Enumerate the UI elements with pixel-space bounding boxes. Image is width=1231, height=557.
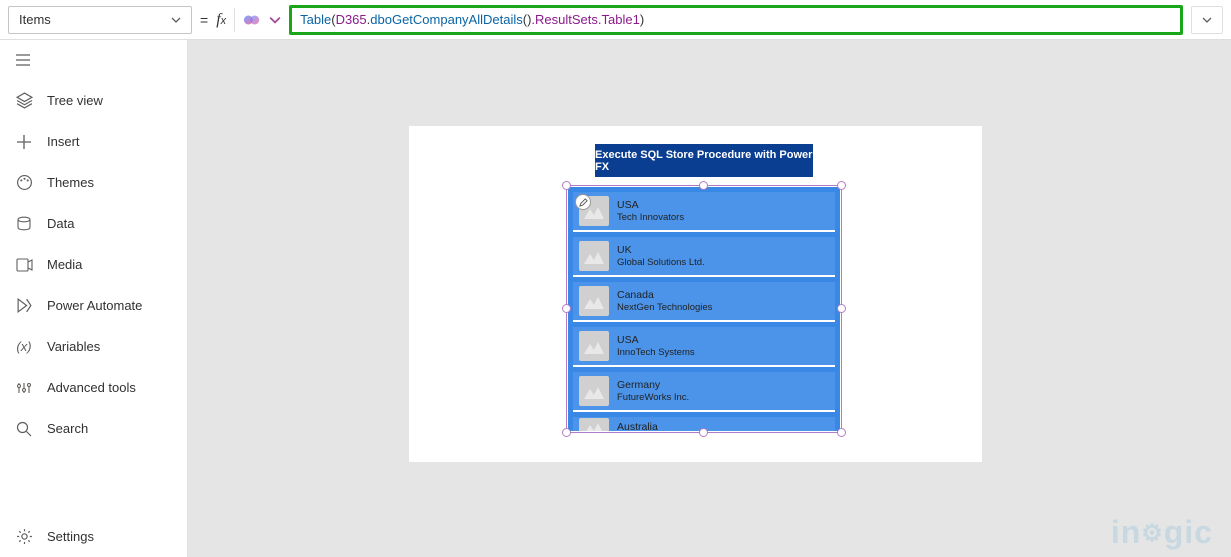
nav-label: Variables xyxy=(47,339,100,354)
copilot-icon[interactable] xyxy=(243,11,261,29)
gallery-control[interactable]: USATech Innovators UKGlobal Solutions Lt… xyxy=(568,187,840,431)
edit-badge-icon[interactable] xyxy=(575,194,591,210)
equals-sign: = xyxy=(200,12,208,28)
formula-expand-button[interactable] xyxy=(1191,6,1223,34)
nav-label: Search xyxy=(47,421,88,436)
layers-icon xyxy=(15,92,33,110)
property-selector[interactable]: Items xyxy=(8,6,192,34)
chevron-down-icon xyxy=(1202,15,1212,25)
nav-themes[interactable]: Themes xyxy=(0,162,187,203)
nav-settings[interactable]: Settings xyxy=(0,516,187,557)
nav-advanced-tools[interactable]: Advanced tools xyxy=(0,367,187,408)
watermark-logo: in⚙gic xyxy=(1111,514,1213,551)
nav-label: Data xyxy=(47,216,74,231)
plus-icon xyxy=(15,133,33,151)
list-item[interactable]: UKGlobal Solutions Ltd. xyxy=(573,237,835,277)
formula-bar: Items = fx Table(D365.dboGetCompanyAllDe… xyxy=(0,0,1231,40)
database-icon xyxy=(15,215,33,233)
list-item[interactable]: Australia xyxy=(573,417,835,431)
chevron-down-icon xyxy=(171,15,181,25)
list-item[interactable]: CanadaNextGen Technologies xyxy=(573,282,835,322)
palette-icon xyxy=(15,174,33,192)
nav-label: Media xyxy=(47,257,82,272)
property-selector-value: Items xyxy=(19,12,51,27)
image-placeholder-icon xyxy=(579,418,609,431)
image-placeholder-icon xyxy=(579,241,609,271)
nav-power-automate[interactable]: Power Automate xyxy=(0,285,187,326)
image-placeholder-icon xyxy=(579,286,609,316)
gear-icon xyxy=(15,528,33,546)
nav-label: Power Automate xyxy=(47,298,142,313)
canvas[interactable]: Execute SQL Store Procedure with Power F… xyxy=(188,40,1231,557)
list-item[interactable]: USAInnoTech Systems xyxy=(573,327,835,367)
nav-data[interactable]: Data xyxy=(0,203,187,244)
formula-input[interactable]: Table(D365.dboGetCompanyAllDetails().Res… xyxy=(289,5,1183,35)
nav-search[interactable]: Search xyxy=(0,408,187,449)
nav-tree-view[interactable]: Tree view xyxy=(0,80,187,121)
divider xyxy=(234,8,235,32)
list-item[interactable]: GermanyFutureWorks Inc. xyxy=(573,372,835,412)
nav-label: Settings xyxy=(47,529,94,544)
nav-media[interactable]: Media xyxy=(0,244,187,285)
variable-icon: (x) xyxy=(15,338,33,356)
nav-label: Tree view xyxy=(47,93,103,108)
nav-hamburger[interactable] xyxy=(0,40,187,80)
nav-label: Advanced tools xyxy=(47,380,136,395)
flow-icon xyxy=(15,297,33,315)
title-button[interactable]: Execute SQL Store Procedure with Power F… xyxy=(595,144,813,177)
hamburger-icon xyxy=(15,52,31,68)
nav-label: Insert xyxy=(47,134,80,149)
fx-label: fx xyxy=(216,11,226,29)
nav-variables[interactable]: (x) Variables xyxy=(0,326,187,367)
image-placeholder-icon xyxy=(579,331,609,361)
nav-insert[interactable]: Insert xyxy=(0,121,187,162)
list-item[interactable]: USATech Innovators xyxy=(573,192,835,232)
media-icon xyxy=(15,256,33,274)
search-icon xyxy=(15,420,33,438)
formula-token-fn: Table xyxy=(300,12,331,27)
tools-icon xyxy=(15,379,33,397)
image-placeholder-icon xyxy=(579,376,609,406)
app-screen[interactable]: Execute SQL Store Procedure with Power F… xyxy=(409,126,982,462)
left-nav: Tree view Insert Themes Data Media Power… xyxy=(0,40,188,557)
nav-label: Themes xyxy=(47,175,94,190)
check-icon[interactable] xyxy=(269,14,281,26)
